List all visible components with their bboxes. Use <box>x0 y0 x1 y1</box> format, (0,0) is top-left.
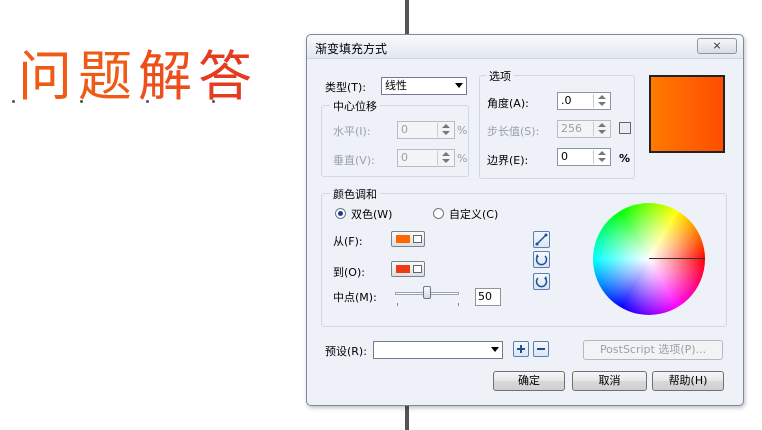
help-button[interactable]: 帮助(H) <box>652 371 724 391</box>
midpoint-value: 50 <box>478 290 492 303</box>
close-button[interactable]: ⨯ <box>697 38 737 54</box>
dropdown-icon <box>413 265 422 273</box>
direct-path-icon[interactable] <box>533 231 550 248</box>
slide-divider-bottom <box>405 404 409 430</box>
steps-value: 256 <box>561 122 582 135</box>
close-icon: ⨯ <box>712 39 722 52</box>
horizontal-label: 水平(I): <box>333 125 371 138</box>
slide-divider-top <box>405 0 409 34</box>
from-label: 从(F): <box>333 235 363 248</box>
clockwise-path-icon[interactable] <box>533 273 550 290</box>
angle-label: 角度(A): <box>487 97 529 110</box>
color-wheel[interactable] <box>593 203 705 315</box>
steps-field[interactable]: 256 <box>557 120 611 138</box>
gradient-preview <box>649 75 725 153</box>
postscript-options-button[interactable]: PostScript 选项(P)... <box>583 340 723 360</box>
slide-title: 问题解答 <box>18 44 258 110</box>
edge-value: 0 <box>561 150 568 163</box>
spin-arrows-icon[interactable] <box>593 150 609 164</box>
add-preset-button[interactable] <box>513 341 529 357</box>
angle-field[interactable]: .0 <box>557 92 611 110</box>
to-label: 到(O): <box>333 266 365 279</box>
edge-field[interactable]: 0 <box>557 148 611 166</box>
horizontal-unit: % <box>457 124 468 137</box>
chevron-down-icon <box>455 83 463 88</box>
spin-arrows-icon[interactable] <box>437 123 453 137</box>
custom-radio[interactable] <box>433 208 444 219</box>
color-blend-legend: 颜色调和 <box>330 186 380 202</box>
presets-label: 预设(R): <box>325 345 367 358</box>
spin-arrows-icon[interactable] <box>437 151 453 165</box>
remove-preset-button[interactable] <box>533 341 549 357</box>
horizontal-offset-value: 0 <box>401 123 408 136</box>
midpoint-field[interactable]: 50 <box>475 288 501 306</box>
slider-ticks <box>397 303 459 306</box>
color-wheel-marker <box>649 258 705 259</box>
to-color-button[interactable] <box>391 261 425 277</box>
edge-unit: % <box>619 152 631 165</box>
cancel-button[interactable]: 取消 <box>572 371 647 391</box>
two-color-label: 双色(W) <box>351 208 393 221</box>
fountain-fill-dialog: 渐变填充方式 ⨯ 类型(T): 线性 中心位移 水平(I): 0 % 垂直(V)… <box>306 34 744 406</box>
selection-handle <box>12 100 15 103</box>
type-select-value: 线性 <box>385 79 407 92</box>
lock-icon[interactable] <box>619 122 631 134</box>
spin-arrows-icon[interactable] <box>593 94 609 108</box>
title-char-1: 问 <box>18 45 78 108</box>
edge-label: 边界(E): <box>487 154 529 167</box>
options-legend: 选项 <box>486 68 514 84</box>
spin-arrows-icon[interactable] <box>593 122 609 136</box>
midpoint-label: 中点(M): <box>333 291 377 304</box>
two-color-radio[interactable] <box>335 208 346 219</box>
custom-label: 自定义(C) <box>449 208 499 221</box>
vertical-offset-value: 0 <box>401 151 408 164</box>
vertical-offset-field[interactable]: 0 <box>397 149 455 167</box>
to-color-swatch <box>396 265 410 273</box>
color-wheel-center <box>593 203 705 315</box>
dialog-titlebar: 渐变填充方式 ⨯ <box>307 35 743 59</box>
type-select[interactable]: 线性 <box>381 77 467 95</box>
selection-handle <box>212 100 215 103</box>
dialog-title: 渐变填充方式 <box>315 42 388 56</box>
midpoint-slider-thumb[interactable] <box>423 286 431 299</box>
title-char-4: 答 <box>198 45 258 108</box>
ok-button[interactable]: 确定 <box>493 371 565 391</box>
vertical-label: 垂直(V): <box>333 154 375 167</box>
chevron-down-icon <box>491 347 499 352</box>
counterclockwise-path-icon[interactable] <box>533 251 550 268</box>
type-label: 类型(T): <box>325 81 367 94</box>
dropdown-icon <box>413 235 422 243</box>
from-color-button[interactable] <box>391 231 425 247</box>
vertical-unit: % <box>457 152 468 165</box>
title-char-2: 题 <box>78 45 138 108</box>
selection-handle <box>146 100 149 103</box>
angle-value: .0 <box>561 94 572 107</box>
presets-select[interactable] <box>373 341 503 359</box>
center-offset-legend: 中心位移 <box>330 98 380 114</box>
horizontal-offset-field[interactable]: 0 <box>397 121 455 139</box>
steps-label: 步长值(S): <box>487 125 540 138</box>
from-color-swatch <box>396 235 410 243</box>
selection-handle <box>80 100 83 103</box>
